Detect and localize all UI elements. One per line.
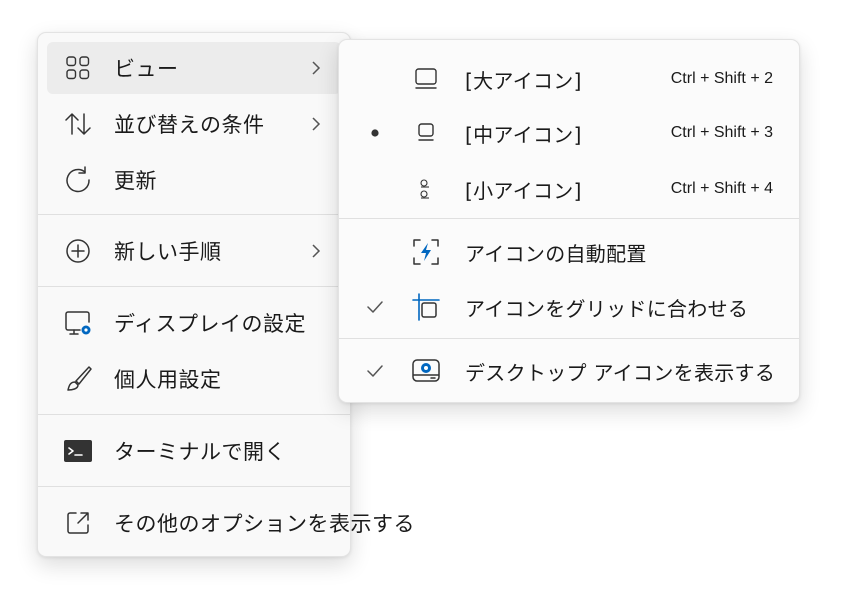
menu-item-label: 個人用設定 xyxy=(114,368,222,392)
submenu-item-label: アイコンをグリッドに合わせる xyxy=(465,297,749,321)
menu-item-label: その他のオプションを表示する xyxy=(114,512,415,536)
medium-icon-view-icon xyxy=(411,118,441,148)
grid-icon xyxy=(63,53,93,83)
shortcut-text: Ctrl + Shift + 4 xyxy=(670,180,773,197)
chevron-right-icon xyxy=(312,61,321,75)
submenu-item-small-icons[interactable]: [小アイコン] Ctrl + Shift + 4 xyxy=(339,163,799,215)
menu-divider xyxy=(38,486,350,487)
menu-item-new[interactable]: 新しい手順 xyxy=(47,225,341,277)
align-grid-icon xyxy=(411,292,441,322)
menu-item-open-terminal[interactable]: ターミナルで開く xyxy=(47,425,341,477)
show-desktop-icons-icon xyxy=(411,356,441,386)
paintbrush-icon xyxy=(63,364,93,394)
chevron-right-icon xyxy=(312,117,321,131)
menu-item-view[interactable]: ビュー xyxy=(47,42,341,94)
display-settings-icon xyxy=(63,308,93,338)
chevron-right-icon xyxy=(312,244,321,258)
small-icon-view-icon xyxy=(411,174,441,204)
submenu-item-label: デスクトップ アイコンを表示する xyxy=(465,361,776,385)
shortcut-text: Ctrl + Shift + 2 xyxy=(670,70,773,87)
large-icon-view-icon xyxy=(411,64,441,94)
submenu-item-align-to-grid[interactable]: アイコンをグリッドに合わせる xyxy=(339,281,799,333)
submenu-item-auto-arrange[interactable]: アイコンの自動配置 xyxy=(339,226,799,278)
submenu-item-label: アイコンの自動配置 xyxy=(465,242,647,266)
open-external-icon xyxy=(63,508,93,538)
submenu-item-large-icons[interactable]: [大アイコン] Ctrl + Shift + 2 xyxy=(339,53,799,105)
menu-item-label: ディスプレイの設定 xyxy=(114,312,307,336)
view-submenu: [大アイコン] Ctrl + Shift + 2 [中アイコン] Ctrl + … xyxy=(338,39,800,403)
submenu-item-label: [小アイコン] xyxy=(465,179,582,203)
menu-divider xyxy=(339,338,799,339)
submenu-item-label: [大アイコン] xyxy=(465,69,582,93)
menu-item-display-settings[interactable]: ディスプレイの設定 xyxy=(47,297,341,349)
checkmark-icon xyxy=(365,361,385,381)
checkmark-icon xyxy=(365,297,385,317)
sort-arrows-icon xyxy=(63,109,93,139)
menu-item-personalize[interactable]: 個人用設定 xyxy=(47,353,341,405)
menu-item-label: 更新 xyxy=(114,169,157,193)
refresh-icon xyxy=(63,165,93,195)
menu-item-refresh[interactable]: 更新 xyxy=(47,154,341,206)
add-circle-icon xyxy=(63,236,93,266)
menu-item-label: 新しい手順 xyxy=(114,240,222,264)
menu-divider xyxy=(38,214,350,215)
menu-item-label: ターミナルで開く xyxy=(114,440,286,464)
menu-item-label: ビュー xyxy=(114,57,179,81)
submenu-item-label: [中アイコン] xyxy=(465,123,582,147)
submenu-item-medium-icons[interactable]: [中アイコン] Ctrl + Shift + 3 xyxy=(339,107,799,159)
menu-item-label: 並び替えの条件 xyxy=(114,113,265,137)
bullet-selected-icon xyxy=(365,123,385,143)
menu-item-sort-by[interactable]: 並び替えの条件 xyxy=(47,98,341,150)
terminal-icon xyxy=(63,436,93,466)
auto-arrange-icon xyxy=(411,237,441,267)
menu-divider xyxy=(38,414,350,415)
menu-divider xyxy=(339,218,799,219)
menu-item-show-more-options[interactable]: その他のオプションを表示する xyxy=(47,497,415,549)
menu-divider xyxy=(38,286,350,287)
desktop-context-menu: ビュー 並び替えの条件 更新 新しい手順 ディスプレイの設定 個人用設定 ターミ… xyxy=(37,32,415,557)
shortcut-text: Ctrl + Shift + 3 xyxy=(670,124,773,141)
submenu-item-show-desktop-icons[interactable]: デスクトップ アイコンを表示する xyxy=(339,345,799,397)
